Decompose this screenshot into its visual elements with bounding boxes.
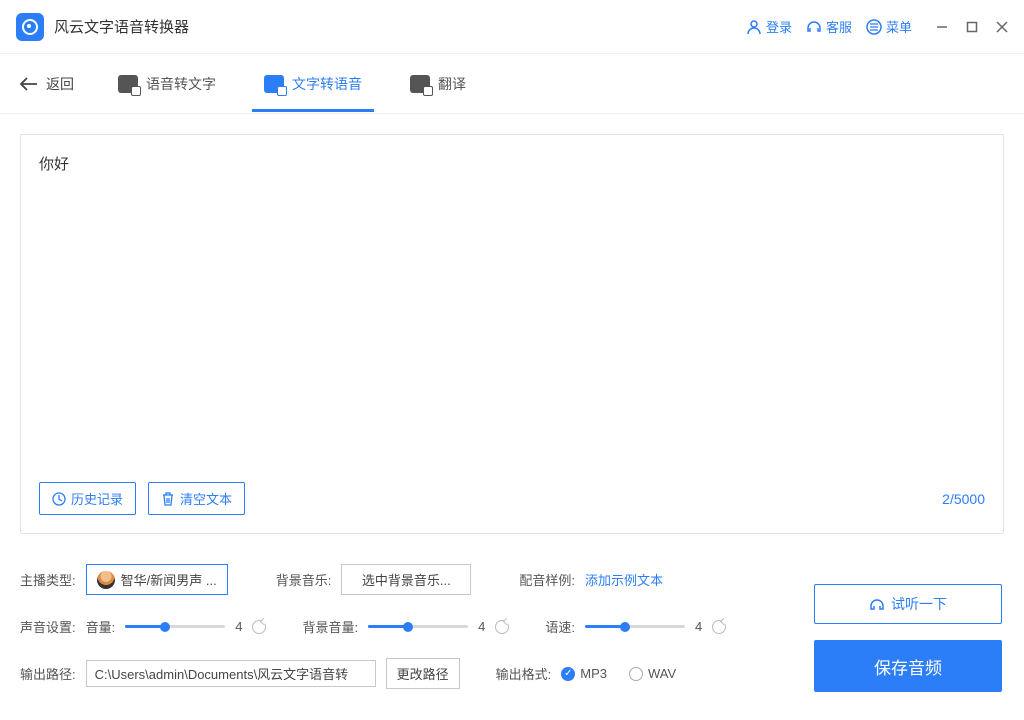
translate-icon (410, 75, 430, 93)
save-label: 保存音频 (874, 654, 942, 679)
headphones-icon (869, 596, 885, 612)
back-button[interactable]: 返回 (20, 74, 74, 94)
support-label: 客服 (826, 17, 852, 36)
tab-label: 文字转语音 (292, 74, 362, 94)
bgm-vol-label: 背景音量: (302, 617, 358, 636)
login-label: 登录 (766, 17, 792, 36)
text-panel: 历史记录 清空文本 2/5000 (20, 134, 1004, 534)
app-logo (16, 13, 44, 41)
history-button[interactable]: 历史记录 (39, 482, 136, 515)
mic-icon (118, 75, 138, 93)
tab-label: 翻译 (438, 74, 466, 94)
main-area: 历史记录 清空文本 2/5000 (0, 114, 1024, 554)
user-icon (746, 19, 762, 35)
speed-label: 语速: (545, 617, 575, 636)
change-path-button[interactable]: 更改路径 (386, 658, 460, 689)
sample-label: 配音样例: (519, 570, 575, 589)
bgm-value: 选中背景音乐... (362, 570, 451, 589)
format-mp3-radio[interactable]: MP3 (561, 666, 607, 681)
app-title: 风云文字语音转换器 (54, 16, 189, 37)
add-sample-button[interactable]: 添加示例文本 (585, 570, 663, 589)
titlebar: 风云文字语音转换器 登录 客服 菜单 (0, 0, 1024, 54)
text-icon (264, 75, 284, 93)
bgm-vol-value: 4 (478, 619, 485, 634)
speed-reset[interactable] (712, 620, 726, 634)
path-label: 输出路径: (20, 664, 76, 683)
bgm-vol-reset[interactable] (495, 620, 509, 634)
menu-button[interactable]: 菜单 (866, 17, 912, 36)
speed-value: 4 (695, 619, 702, 634)
preview-button[interactable]: 试听一下 (814, 584, 1002, 624)
menu-icon (866, 19, 882, 35)
volume-slider[interactable] (125, 620, 225, 634)
anchor-select[interactable]: 智华/新闻男声 ... (86, 564, 228, 595)
back-label: 返回 (46, 74, 74, 94)
bgm-select[interactable]: 选中背景音乐... (341, 564, 471, 595)
tab-translate[interactable]: 翻译 (406, 56, 470, 112)
maximize-button[interactable] (966, 21, 978, 33)
menu-label: 菜单 (886, 17, 912, 36)
format-wav-radio[interactable]: WAV (629, 666, 676, 681)
clear-button[interactable]: 清空文本 (148, 482, 245, 515)
tab-label: 语音转文字 (146, 74, 216, 94)
clear-label: 清空文本 (180, 489, 232, 508)
output-path-input[interactable] (86, 660, 376, 687)
tab-text-to-speech[interactable]: 文字转语音 (260, 56, 366, 112)
headset-icon (806, 19, 822, 35)
avatar-icon (97, 571, 115, 589)
close-button[interactable] (996, 21, 1008, 33)
clock-icon (52, 492, 66, 506)
history-label: 历史记录 (71, 489, 123, 508)
tab-speech-to-text[interactable]: 语音转文字 (114, 56, 220, 112)
format-label: 输出格式: (496, 664, 552, 683)
tab-bar: 返回 语音转文字 文字转语音 翻译 (0, 54, 1024, 114)
login-button[interactable]: 登录 (746, 17, 792, 36)
arrow-left-icon (20, 77, 38, 91)
anchor-value: 智华/新闻男声 ... (121, 570, 217, 589)
sound-settings-label: 声音设置: (20, 617, 76, 636)
trash-icon (161, 492, 175, 506)
speed-slider[interactable] (585, 620, 685, 634)
anchor-label: 主播类型: (20, 570, 76, 589)
bgm-label: 背景音乐: (276, 570, 332, 589)
minimize-button[interactable] (936, 21, 948, 33)
char-count: 2/5000 (942, 491, 985, 507)
volume-value: 4 (235, 619, 242, 634)
support-button[interactable]: 客服 (806, 17, 852, 36)
preview-label: 试听一下 (891, 594, 947, 614)
text-input[interactable] (39, 153, 985, 472)
volume-reset[interactable] (252, 620, 266, 634)
volume-label: 音量: (86, 617, 116, 636)
bgm-volume-slider[interactable] (368, 620, 468, 634)
save-audio-button[interactable]: 保存音频 (814, 640, 1002, 692)
